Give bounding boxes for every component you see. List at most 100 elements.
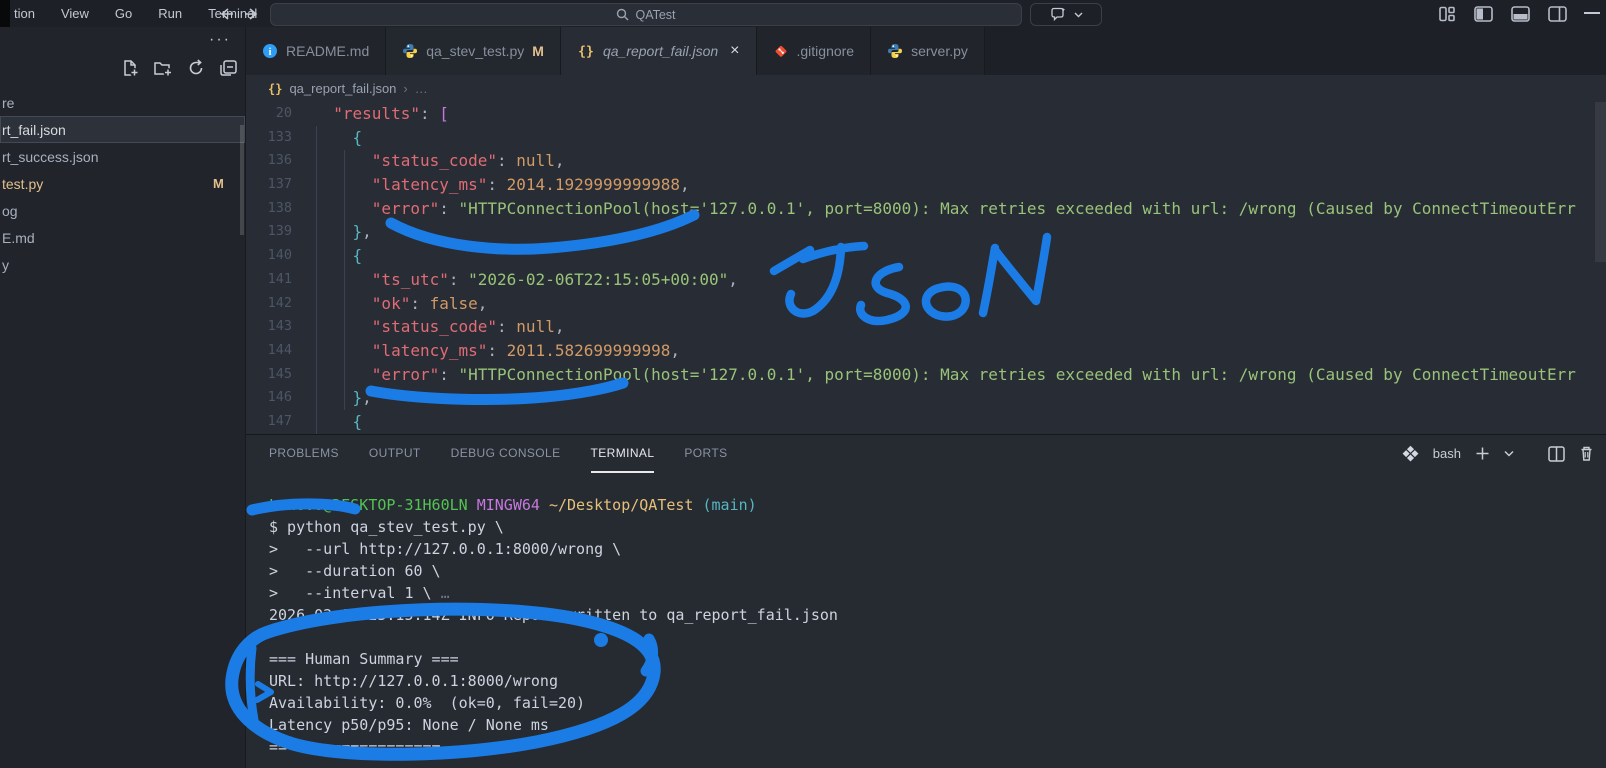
sidebar-header: ··· [0, 27, 245, 55]
line-number: 141 [267, 270, 292, 287]
tab-label: server.py [911, 43, 968, 59]
code-line[interactable]: 140 { [246, 244, 1606, 268]
file-label: rt_success.json [2, 148, 99, 165]
command-center-search[interactable]: QATest [270, 3, 1022, 26]
forward-arrow-icon[interactable] [244, 7, 260, 21]
svg-text:i: i [269, 47, 272, 58]
menu-bar: tionViewGoRunTerminalHelp [14, 0, 310, 27]
code-lines: 20 "results": [133 {136 "status_code": n… [246, 102, 1606, 434]
close-icon[interactable]: × [730, 42, 739, 60]
file-tree-item[interactable]: rt_fail.json [0, 116, 245, 143]
title-bar: tionViewGoRunTerminalHelp QATest [0, 0, 1606, 27]
bottom-panel: PROBLEMS OUTPUT DEBUG CONSOLE TERMINAL PORTS… [246, 434, 1606, 768]
menu-item-tion[interactable]: tion [14, 6, 35, 21]
line-number: 142 [267, 294, 292, 311]
tab--gitignore[interactable]: .gitignore [756, 27, 872, 75]
code-line[interactable]: 138 "error": "HTTPConnectionPool(host='1… [246, 197, 1606, 221]
code-text: "error": "HTTPConnectionPool(host='127.0… [371, 198, 1576, 218]
bash-icon [1402, 445, 1419, 462]
svg-text:{}: {} [578, 45, 594, 60]
tab-readme-md[interactable]: i README.md [246, 27, 387, 75]
panel-tab-debug-console[interactable]: DEBUG CONSOLE [451, 434, 561, 473]
code-text: }, [352, 388, 372, 408]
back-arrow-icon[interactable] [218, 7, 234, 21]
new-file-icon[interactable] [121, 59, 140, 78]
json-icon: {} [577, 43, 595, 60]
code-line[interactable]: 139 }, [246, 220, 1606, 244]
chevron-down-icon[interactable] [1504, 450, 1514, 457]
menu-item-go[interactable]: Go [115, 6, 132, 21]
menu-item-view[interactable]: View [61, 6, 89, 21]
terminal-output[interactable]: Lenovo@DESKTOP-31H60LN MINGW64 ~/Desktop… [269, 494, 838, 758]
refresh-icon[interactable] [187, 59, 205, 77]
terminal-shell-label[interactable]: bash [1433, 446, 1461, 461]
file-tree-item[interactable]: y [0, 251, 245, 278]
file-tree-item[interactable]: re [0, 89, 245, 116]
code-line[interactable]: 147 { [246, 410, 1606, 434]
code-line[interactable]: 137 "latency_ms": 2014.1929999999988, [246, 173, 1606, 197]
code-text: { [352, 411, 363, 431]
code-text: "latency_ms": 2011.582699999998, [371, 340, 681, 360]
info-icon: i [262, 43, 278, 59]
panel-tab-ports[interactable]: PORTS [684, 434, 727, 473]
code-line[interactable]: 142 "ok": false, [246, 292, 1606, 316]
menu-item-run[interactable]: Run [158, 6, 182, 21]
code-editor[interactable]: 20 "results": [133 {136 "status_code": n… [246, 102, 1606, 434]
code-line[interactable]: 133 { [246, 126, 1606, 150]
toggle-secondary-sidebar-icon[interactable] [1548, 5, 1567, 22]
file-tree-item[interactable]: test.py M [0, 170, 245, 197]
line-number: 139 [267, 223, 292, 240]
breadcrumb-more[interactable]: … [415, 81, 428, 96]
file-tree-item[interactable]: E.md [0, 224, 245, 251]
new-folder-icon[interactable] [153, 59, 173, 78]
customize-layout-icon[interactable] [1438, 6, 1456, 22]
copilot-button[interactable] [1030, 3, 1102, 26]
breadcrumb-file[interactable]: qa_report_fail.json [289, 81, 396, 96]
file-label: test.py [2, 175, 44, 192]
line-number: 20 [275, 105, 292, 121]
modified-badge: M [213, 176, 224, 191]
terminal-line: Latency p50/p95: None / None ms [269, 716, 549, 734]
panel-tabs: PROBLEMS OUTPUT DEBUG CONSOLE TERMINAL PORTS [269, 434, 728, 473]
code-line[interactable]: 20 "results": [ [246, 102, 1606, 126]
panel-tab-terminal[interactable]: TERMINAL [590, 434, 655, 473]
tab-qa-report-fail-json[interactable]: {} qa_report_fail.json × [560, 27, 757, 77]
code-line[interactable]: 143 "status_code": null, [246, 315, 1606, 339]
modified-badge: M [532, 43, 544, 59]
tab-qa-stev-test-py[interactable]: qa_stev_test.py M [386, 27, 561, 75]
sidebar-scrollbar[interactable] [240, 125, 244, 235]
panel-tab-output[interactable]: OUTPUT [369, 434, 421, 473]
toggle-panel-icon[interactable] [1511, 5, 1530, 22]
code-line[interactable]: 136 "status_code": null, [246, 149, 1606, 173]
breadcrumb[interactable]: {} qa_report_fail.json › … [246, 75, 1606, 102]
file-tree-item[interactable]: rt_success.json [0, 143, 245, 170]
collapse-all-icon[interactable] [219, 59, 238, 77]
code-line[interactable]: 146 }, [246, 386, 1606, 410]
code-line[interactable]: 145 "error": "HTTPConnectionPool(host='1… [246, 363, 1606, 387]
code-line[interactable]: 141 "ts_utc": "2026-02-06T22:15:05+00:00… [246, 268, 1606, 292]
sidebar-more-actions[interactable]: ··· [209, 32, 231, 48]
breadcrumb-separator: › [403, 81, 408, 96]
trash-icon[interactable] [1579, 445, 1594, 462]
panel-tab-problems[interactable]: PROBLEMS [269, 434, 339, 473]
new-terminal-icon[interactable] [1475, 446, 1490, 461]
code-text: "error": "HTTPConnectionPool(host='127.0… [371, 364, 1576, 384]
line-number: 143 [267, 318, 292, 335]
file-tree-item[interactable]: og [0, 197, 245, 224]
minimize-button[interactable] [1584, 12, 1600, 14]
explorer-sidebar: ··· re rt_fail.json rt_success.json test.py… [0, 27, 246, 768]
code-text: "latency_ms": 2014.1929999999988, [371, 175, 690, 195]
editor-scrollbar[interactable] [1595, 102, 1606, 262]
tab-server-py[interactable]: server.py [871, 27, 985, 75]
file-label: rt_fail.json [2, 121, 66, 138]
code-line[interactable]: 144 "latency_ms": 2011.582699999998, [246, 339, 1606, 363]
code-text: "ts_utc": "2026-02-06T22:15:05+00:00", [371, 269, 738, 289]
split-terminal-icon[interactable] [1548, 445, 1565, 462]
code-text: { [352, 246, 363, 266]
file-label: re [2, 94, 15, 111]
terminal-line: URL: http://127.0.0.1:8000/wrong [269, 672, 558, 690]
terminal-line: $ python qa_stev_test.py \ [269, 518, 504, 536]
toggle-primary-sidebar-icon[interactable] [1474, 5, 1493, 22]
terminal-line: === Human Summary === [269, 650, 459, 668]
nav-arrows [218, 0, 260, 27]
